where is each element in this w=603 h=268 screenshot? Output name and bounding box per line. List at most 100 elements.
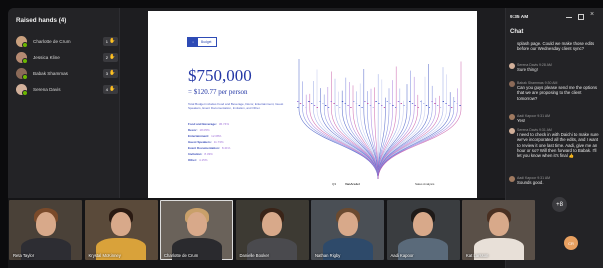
participant-name-label: Nathan Rigby	[315, 253, 341, 258]
raised-hand-icon: ✋	[109, 53, 116, 60]
raise-order-badge: 3 ✋	[103, 68, 118, 78]
chat-message: Serena Davis 9:31 AM I need to check in w…	[509, 128, 599, 159]
flow-marker	[423, 103, 425, 104]
avatar	[16, 83, 28, 96]
flow-marker	[299, 103, 302, 104]
flow-marker	[406, 107, 408, 108]
message-text: Sounds good.	[517, 180, 544, 185]
flow-marker	[375, 101, 377, 102]
flow-marker	[311, 103, 313, 104]
raised-hands-panel: Raised hands (4) Charlotte de Crum 1 ✋ Jess…	[8, 8, 120, 198]
flow-marker	[431, 101, 433, 102]
participant-video-strip: Reta Taylor Krystal McKinney Charlotte de …	[8, 198, 535, 268]
flow-marker	[327, 107, 330, 108]
raise-order-number: 4	[105, 86, 108, 92]
flow-marker	[347, 105, 349, 106]
raised-hand-item[interactable]: Jessica Kline 2 ✋	[16, 50, 118, 64]
message-text: Can you guys please send me the options …	[517, 85, 598, 101]
participant-video-tile[interactable]: Danielle Booker	[235, 200, 309, 260]
participant-face	[262, 212, 282, 236]
slide-footer-left: Q3	[332, 182, 337, 186]
flow-stream	[338, 91, 379, 180]
participant-video-tile[interactable]: Charlotte de Crum	[160, 200, 233, 260]
raise-order-badge: 2 ✋	[103, 52, 118, 62]
flow-marker	[350, 107, 352, 108]
per-person-amount: = $120.77 per person	[188, 88, 248, 96]
participant-name-label: Aadi Kapoor	[390, 253, 414, 258]
flow-marker	[451, 107, 453, 108]
flow-marker	[392, 105, 394, 106]
participant-face	[186, 212, 207, 236]
flow-marker	[333, 103, 335, 104]
line-item-label: Other:	[188, 158, 197, 162]
budget-flow-visualization	[297, 59, 462, 180]
avatar	[509, 128, 515, 134]
participant-name: Jessica Kline	[33, 54, 60, 60]
budget-line-items: Food and Beverage: 36.74% Decor: 18.05% Ente…	[188, 122, 288, 164]
flow-marker	[361, 107, 363, 108]
flow-marker	[386, 101, 388, 102]
flow-marker	[364, 101, 366, 102]
participant-name: Charlotte de Crum	[33, 38, 71, 44]
flow-stream	[316, 69, 379, 180]
raise-order-number: 2	[105, 54, 108, 60]
raised-hand-item[interactable]: Babak Shammas 3 ✋	[16, 66, 118, 80]
message-text: Yes!	[517, 118, 526, 123]
chat-message: Aadi Kapoor 9:31 AM Yes!	[509, 114, 599, 123]
line-item-value: 8.41%	[221, 146, 231, 150]
participant-name: Serena Davis	[33, 86, 61, 92]
participant-name: Babak Shammas	[33, 70, 68, 76]
avatar	[16, 35, 28, 48]
flow-marker	[395, 107, 397, 108]
message-text: I need to check in with Daichi to make s…	[517, 132, 599, 159]
raised-hand-item[interactable]: Charlotte de Crum 1 ✋	[16, 34, 118, 48]
message-text: Sure thing!	[517, 67, 538, 72]
slide-footer-right: Sales Analysis	[415, 182, 435, 186]
raised-hand-item[interactable]: Serena Davis 4 ✋	[16, 82, 118, 96]
participant-name-label: Charlotte de Crum	[164, 253, 199, 258]
flow-marker	[397, 101, 400, 102]
flow-stream	[377, 95, 440, 180]
close-icon[interactable]: ×	[590, 11, 596, 18]
flow-marker	[448, 105, 450, 106]
participant-video-tile[interactable]: Kat Larsson	[462, 200, 535, 260]
participant-face	[337, 212, 358, 236]
flow-marker	[439, 107, 442, 108]
flow-stream	[302, 81, 379, 180]
flow-marker	[417, 107, 419, 108]
raise-order-number: 3	[105, 70, 108, 76]
logo-mark-icon: ▪	[188, 38, 198, 46]
raised-hand-icon: ✋	[109, 69, 116, 76]
avatar	[509, 63, 515, 69]
participant-video-tile[interactable]: Aadi Kapoor	[386, 200, 460, 260]
flow-stream	[377, 76, 426, 180]
chat-message: Serena Davis 9:28 AM Sure thing!	[509, 63, 599, 72]
participant-face	[111, 212, 131, 236]
flow-marker	[339, 107, 341, 108]
participant-name-label: Krystal McKinney	[88, 253, 121, 258]
clock: 9:35 AM	[510, 15, 529, 20]
chat-message: Babak Shammas 9:30 AM Can you guys please…	[509, 81, 599, 101]
participant-video-tile[interactable]: Krystal McKinney	[84, 200, 158, 260]
raised-hand-icon: ✋	[109, 37, 116, 44]
avatar	[509, 81, 515, 87]
participant-video-tile[interactable]: Reta Taylor	[9, 200, 82, 260]
raise-order-badge: 1 ✋	[103, 36, 118, 46]
minimize-icon[interactable]	[566, 17, 572, 18]
flow-marker	[302, 105, 304, 106]
avatar	[509, 176, 515, 182]
flow-marker	[305, 107, 307, 108]
participant-video-tile[interactable]: Nathan Rigby	[311, 200, 384, 260]
flow-marker	[442, 101, 444, 102]
line-item-value: 4.15%	[199, 158, 208, 162]
shared-content-slide: ▪ Budget $750,000 = $120.77 per person T…	[148, 11, 477, 198]
self-avatar-initials[interactable]: CR	[564, 236, 578, 250]
more-participants-button[interactable]: +8	[552, 197, 567, 212]
flow-marker	[316, 107, 318, 108]
participant-name-label: Kat Larsson	[466, 253, 489, 258]
flow-marker	[297, 101, 299, 102]
maximize-icon[interactable]	[578, 14, 584, 20]
flow-marker	[325, 105, 327, 106]
chat-message: Aadi Kapoor 9:31 AM Sounds good.	[509, 176, 599, 185]
flow-marker	[456, 103, 458, 104]
